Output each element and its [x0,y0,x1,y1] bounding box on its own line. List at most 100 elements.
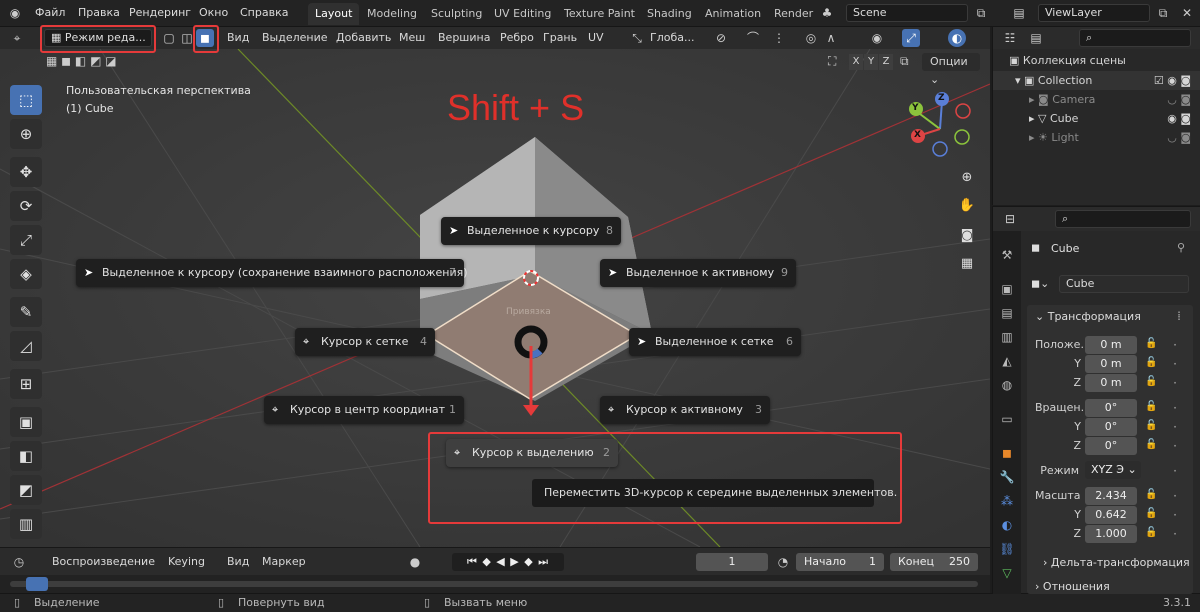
properties-editor-icon[interactable]: ⊟ [1001,210,1019,228]
collection-toggles[interactable]: ☑ ◉ ◙ [1154,71,1191,90]
axis-z-toggle[interactable]: Z [879,54,893,70]
scale-z[interactable]: 1.000 [1085,525,1137,543]
keyframe-dot-icon[interactable]: · [1171,464,1179,478]
pie-selection-to-active[interactable]: ➤ Выделенное к активному 9 [600,259,796,287]
properties-search-input[interactable]: ⌕ [1055,210,1191,228]
menu-view[interactable]: Вид [227,31,249,44]
tab-texture-paint[interactable]: Texture Paint [557,3,642,25]
menu-help[interactable]: Справка [240,6,288,19]
zoom-icon[interactable]: ⊕ [956,167,978,189]
location-x[interactable]: 0 m [1085,336,1137,354]
loop-cut-tool-icon[interactable]: ▥ [10,509,42,539]
viewlayer-field[interactable]: ViewLayer [1038,4,1150,22]
menu-edge[interactable]: Ребро [500,31,534,44]
lock-icon[interactable]: 🔓 [1145,357,1157,368]
pin-icon[interactable]: ⚲ [1177,241,1185,254]
snap-icon[interactable]: ⌒ [744,29,762,47]
menu-playback[interactable]: Воспроизведение [52,555,155,568]
keyframe-dot-icon[interactable]: · [1171,527,1179,541]
mirror-icon[interactable]: ⧉ [900,54,909,69]
tab-layout[interactable]: Layout [308,3,360,25]
cube-toggles[interactable]: ◉ ◙ [1167,109,1191,128]
menu-vertex[interactable]: Вершина [438,31,490,44]
keyframe-dot-icon[interactable]: · [1171,401,1179,415]
camera-view-icon[interactable]: ◙ [956,225,978,247]
annotate-tool-icon[interactable]: ✎ [10,297,42,327]
lock-icon[interactable]: 🔓 [1145,439,1157,450]
falloff-icon[interactable]: ∧ [822,29,840,47]
constraints-tab-icon[interactable]: ⛓ [997,539,1017,559]
tab-sculpting[interactable]: Sculpting [424,3,489,25]
output-tab-icon[interactable]: ▤ [997,303,1017,323]
visibility-icon[interactable]: ◉ [868,29,886,47]
physics-tab-icon[interactable]: ◐ [997,515,1017,535]
cursor-tool-icon[interactable]: ⊕ [10,119,42,149]
keyframe-dot-icon[interactable]: · [1171,420,1179,434]
camera-toggles[interactable]: ◡ ◙ [1167,90,1191,109]
select-mode-icons[interactable]: ▦ ◼ ◧ ◩ ◪ [46,54,117,68]
tool-tab-icon[interactable]: ⚒ [997,245,1017,265]
pivot-icon[interactable]: ⊘ [712,29,730,47]
tab-animation[interactable]: Animation [698,3,768,25]
inset-tool-icon[interactable]: ◧ [10,441,42,471]
transform-header[interactable]: ⌄ Трансформация [1035,310,1141,323]
keyframe-dot-icon[interactable]: · [1171,376,1179,390]
outliner-search-input[interactable]: ⌕ [1079,29,1191,47]
scene-field[interactable]: Scene [846,4,968,22]
pie-selection-to-cursor-offset[interactable]: ➤ Выделенное к курсору (сохранение взаимн… [76,259,468,287]
measure-tool-icon[interactable]: ◿ [10,331,42,361]
outliner-scene-collection[interactable]: ▣ Коллекция сцены [993,51,1200,70]
scene-tab-icon[interactable]: ◭ [997,351,1017,371]
menu-window[interactable]: Окно [199,6,228,19]
menu-timeline-view[interactable]: Вид [227,555,249,568]
playback-controls[interactable]: ⏮ ◆ ◀ ▶ ◆ ⏭ [452,553,564,571]
pie-cursor-to-grid[interactable]: ⌖ Курсор к сетке 4 [295,328,435,356]
perspective-toggle-icon[interactable]: ▦ [956,253,978,275]
3d-viewport[interactable]: Z Y X ▦ ◼ ◧ ◩ ◪ Пользовательская перспек… [0,49,990,547]
blender-logo-icon[interactable]: ◉ [6,4,24,22]
extrude-tool-icon[interactable]: ▣ [10,407,42,437]
collection-tab-icon[interactable]: ▭ [997,409,1017,429]
orientation-icon[interactable]: ⤡ [628,29,646,47]
transform-tool-icon[interactable]: ◈ [10,259,42,289]
menu-edit[interactable]: Правка [78,6,120,19]
move-tool-icon[interactable]: ✥ [10,157,42,187]
lock-icon[interactable]: 🔓 [1145,420,1157,431]
scene-icon[interactable]: ♣ [818,4,836,22]
pie-selection-to-cursor[interactable]: ➤ Выделенное к курсору 8 [441,217,621,245]
particles-tab-icon[interactable]: ⁂ [997,491,1017,511]
lock-icon[interactable]: 🔓 [1145,527,1157,538]
current-frame-field[interactable]: 1 [696,553,768,571]
keyframe-dot-icon[interactable]: · [1171,338,1179,352]
orientation-dropdown[interactable]: Глоба... [650,31,694,44]
view-layer-tab-icon[interactable]: ▥ [997,327,1017,347]
outliner-light[interactable]: ▸ ☀ Light ◡ ◙ [993,128,1200,147]
lock-icon[interactable]: 🔓 [1145,508,1157,519]
rotate-tool-icon[interactable]: ⟳ [10,191,42,221]
record-icon[interactable]: ● [406,553,424,571]
bevel-tool-icon[interactable]: ◩ [10,475,42,505]
menu-mesh[interactable]: Меш [399,31,425,44]
location-z[interactable]: 0 m [1085,374,1137,392]
relations-header[interactable]: › Отношения [1035,580,1110,593]
gizmo-toggle-icon[interactable]: ⤢ [902,29,920,47]
menu-select[interactable]: Выделение [262,31,328,44]
timeline-scrollbar[interactable] [10,581,978,587]
pie-cursor-to-world-origin[interactable]: ⌖ Курсор в центр координат 1 [264,396,464,424]
render-tab-icon[interactable]: ▣ [997,279,1017,299]
tab-modeling[interactable]: Modeling [360,3,424,25]
snap-target-icon[interactable]: ⋮ [770,29,788,47]
menu-uv[interactable]: UV [588,31,604,44]
data-tab-icon[interactable]: ▽ [997,563,1017,583]
options-dropdown[interactable]: Опции ⌄ [922,53,980,86]
rotation-mode-dropdown[interactable]: XYZ Э ⌄ [1085,461,1141,479]
scale-x[interactable]: 2.434 [1085,487,1137,505]
menu-marker[interactable]: Маркер [262,555,306,568]
pie-selection-to-grid[interactable]: ➤ Выделенное к сетке 6 [629,328,801,356]
keyframe-dot-icon[interactable]: · [1171,489,1179,503]
object-data-icon[interactable]: ◼⌄ [1031,277,1049,290]
scale-tool-icon[interactable]: ⤢ [10,225,42,255]
timeline-area[interactable] [0,575,990,593]
scale-y[interactable]: 0.642 [1085,506,1137,524]
overlay-icon[interactable]: ◐ [948,29,966,47]
